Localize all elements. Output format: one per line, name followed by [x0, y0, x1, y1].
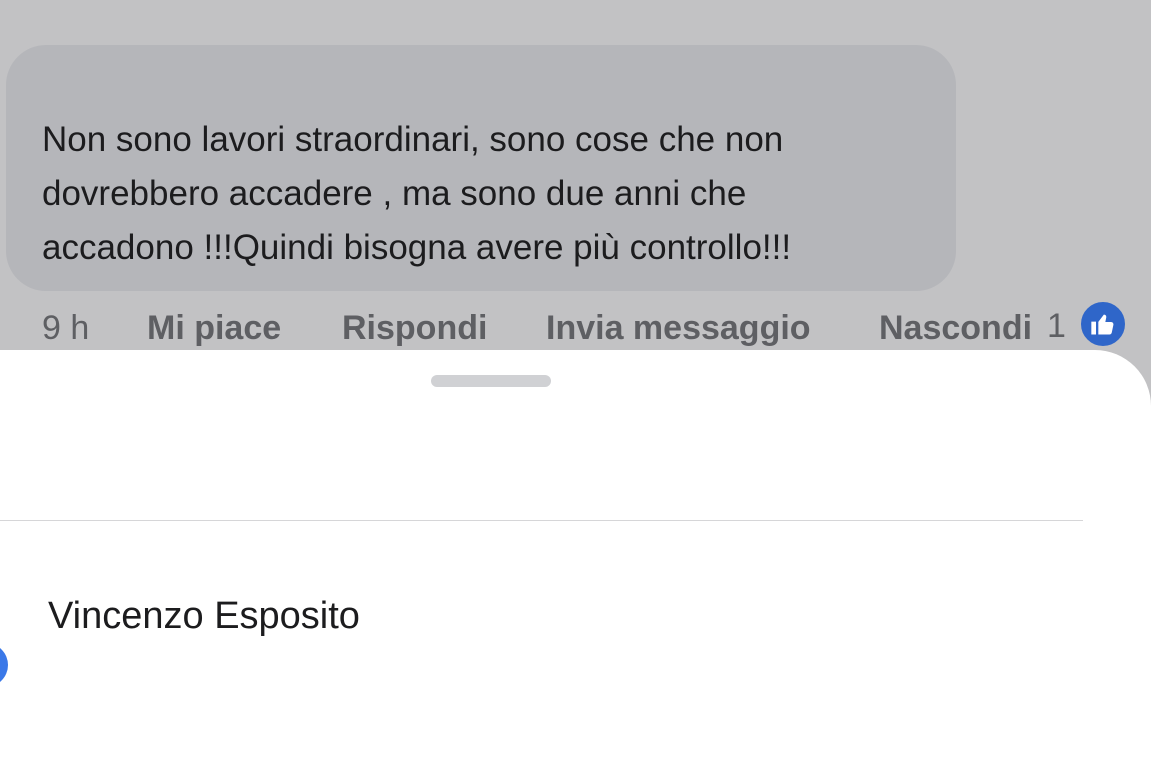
comment-timestamp: 9 h — [42, 309, 90, 347]
sheet-grabber-handle[interactable] — [431, 375, 551, 387]
send-message-button[interactable]: Invia messaggio — [546, 308, 811, 348]
comment-text: Non sono lavori straordinari, sono cose … — [42, 120, 792, 267]
hide-button[interactable]: Nascondi — [879, 308, 1032, 348]
reaction-count[interactable]: 1 — [1047, 306, 1066, 346]
reply-button[interactable]: Rispondi — [342, 308, 487, 348]
bottom-sheet: Vincenzo Esposito — [0, 350, 1151, 758]
screen: Non sono lavori straordinari, sono cose … — [0, 0, 1151, 758]
comment-bubble[interactable]: Non sono lavori straordinari, sono cose … — [6, 45, 956, 291]
thumbs-up-icon[interactable] — [1079, 300, 1127, 348]
comment-actions: 9 h Mi piace Rispondi Invia messaggio Na… — [0, 300, 1151, 352]
like-button[interactable]: Mi piace — [147, 308, 281, 348]
divider — [0, 520, 1083, 521]
user-name[interactable]: Vincenzo Esposito — [48, 592, 360, 640]
